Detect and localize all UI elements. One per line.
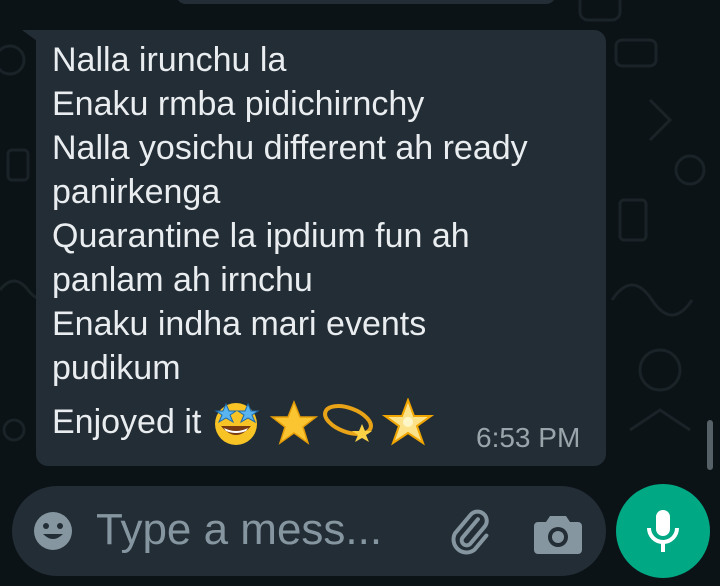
emoji-group	[214, 398, 435, 446]
dizzy-emoji-icon	[323, 404, 373, 442]
message-line: panirkenga	[52, 173, 221, 211]
message-line: Quarantine la ipdium fun ah	[52, 217, 470, 255]
message-line: pudikum	[52, 349, 181, 387]
previous-message-bubble	[176, 0, 556, 4]
message-line: Nalla irunchu la	[52, 41, 287, 79]
voice-record-button[interactable]	[616, 484, 710, 578]
chat-scrollbar[interactable]	[707, 420, 713, 470]
mic-icon	[647, 510, 679, 552]
paperclip-icon[interactable]	[446, 508, 494, 556]
message-line: Enaku rmba pidichirnchy	[52, 85, 425, 123]
message-line: Nalla yosichu different ah ready	[52, 129, 528, 167]
message-line: Enjoyed it	[52, 403, 202, 441]
camera-icon[interactable]	[534, 510, 582, 556]
star-emoji-icon	[269, 399, 319, 445]
smiley-icon[interactable]	[32, 510, 74, 552]
glowing-star-emoji-icon	[381, 398, 435, 446]
message-input[interactable]	[96, 500, 416, 560]
message-line: panlam ah irnchu	[52, 261, 313, 299]
message-timestamp: 6:53 PM	[476, 422, 581, 453]
message-line: Enaku indha mari events	[52, 305, 427, 343]
star-struck-emoji-icon	[214, 402, 260, 445]
